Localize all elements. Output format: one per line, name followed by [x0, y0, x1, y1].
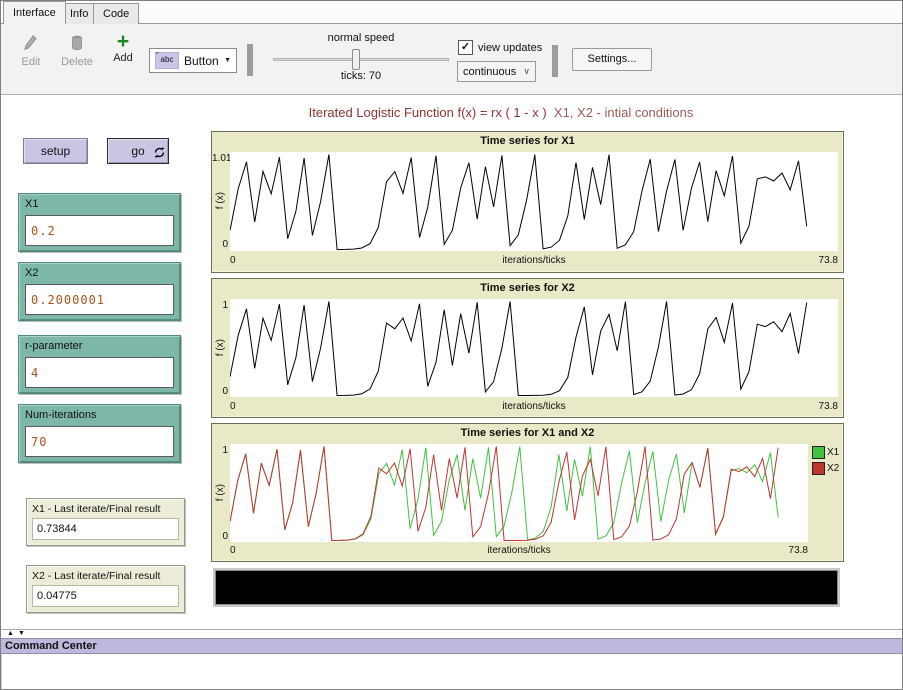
input-num-iterations-field[interactable] — [25, 426, 174, 457]
edit-button[interactable]: Edit — [9, 34, 53, 68]
input-num-iterations-label: Num-iterations — [25, 409, 97, 421]
update-mode-dropdown[interactable]: continuous ∨ — [457, 61, 536, 82]
add-button[interactable]: + Add — [103, 34, 143, 64]
delete-label: Delete — [61, 56, 93, 68]
legend-item-x1: X1 — [812, 446, 839, 459]
netlogo-window: Interface Info Code Edit Delete + Add ab… — [0, 0, 903, 690]
plot3-xmax-label: 73.8 — [230, 545, 808, 556]
plot3-yaxis-label: f (x) — [214, 444, 227, 542]
input-num-iterations: Num-iterations — [18, 404, 181, 463]
model-title-note: Iterated Logistic Function f(x) = rx ( 1… — [161, 105, 841, 120]
chevron-down-icon: ▼ — [224, 57, 231, 64]
plot-time-series-x1-x2: Time series for X1 and X2 1 f (x) 0 X1 X… — [211, 423, 844, 562]
setup-button[interactable]: setup — [23, 138, 88, 164]
splitter-arrows[interactable]: ▲▼ — [7, 630, 29, 637]
input-x1: X1 — [18, 193, 181, 252]
plot2-xmax-label: 73.8 — [230, 401, 838, 412]
view-updates-checkbox[interactable]: ✓ — [458, 40, 473, 55]
title-sub: X1, X2 - intial conditions — [547, 105, 694, 120]
edit-label: Edit — [22, 56, 41, 68]
plot1-ymin-label: 0 — [212, 239, 228, 250]
speed-slider-track[interactable] — [273, 58, 449, 61]
splitter-up-icon[interactable]: ▲ — [7, 630, 18, 637]
pencil-icon — [24, 34, 38, 54]
ticks-counter: ticks: 70 — [273, 70, 449, 82]
plot1-area — [230, 152, 838, 251]
monitor-x1-result: X1 - Last iterate/Final result 0.73844 — [26, 498, 185, 546]
abc-widget-icon: abc — [155, 52, 179, 69]
splitter-down-icon[interactable]: ▼ — [18, 630, 29, 637]
plot-time-series-x2: Time series for X2 1 f (x) 0 0 iteration… — [211, 278, 844, 418]
title-main: Iterated Logistic Function f(x) = rx ( 1… — [309, 105, 547, 120]
plot1-yaxis-label: f (x) — [214, 152, 227, 250]
input-x2-field[interactable] — [25, 284, 174, 315]
output-area — [213, 568, 840, 607]
tab-bar: Interface Info Code — [1, 1, 902, 24]
plot2-series — [230, 299, 838, 397]
monitor-x1-label: X1 - Last iterate/Final result — [32, 503, 160, 515]
input-x2: X2 — [18, 262, 181, 321]
plot1-series — [230, 152, 838, 251]
toolbar: Edit Delete + Add abc Button ▼ normal sp… — [1, 24, 902, 95]
legend-item-x2: X2 — [812, 462, 839, 475]
toolbar-separator — [552, 45, 558, 77]
trash-icon — [70, 34, 84, 54]
update-mode-value: continuous — [463, 66, 516, 78]
plot1-xmax-label: 73.8 — [230, 255, 838, 266]
plot2-ymin-label: 0 — [212, 386, 228, 397]
series-X2 — [230, 301, 807, 395]
forever-icon — [154, 147, 165, 161]
plus-icon: + — [117, 34, 129, 50]
plot3-legend: X1 X2 — [812, 446, 839, 478]
chevron-down-icon: ∨ — [523, 66, 530, 77]
legend-x1-label: X1 — [827, 447, 839, 458]
plot-time-series-x1: Time series for X1 1.01 f (x) 0 0 iterat… — [211, 131, 844, 273]
plot2-yaxis-label: f (x) — [214, 299, 227, 397]
plot3-area — [230, 444, 808, 542]
plot2-title: Time series for X2 — [212, 282, 843, 294]
command-center-divider — [1, 629, 902, 630]
input-x1-field[interactable] — [25, 215, 174, 246]
x1-pen-swatch — [812, 446, 825, 459]
plot2-area — [230, 299, 838, 397]
input-x1-label: X1 — [25, 198, 38, 210]
monitor-x2-result: X2 - Last iterate/Final result 0.04775 — [26, 565, 185, 613]
x2-pen-swatch — [812, 462, 825, 475]
legend-x2-label: X2 — [827, 463, 839, 474]
speed-slider-thumb[interactable] — [352, 49, 360, 70]
plot1-title: Time series for X1 — [212, 135, 843, 147]
input-r-parameter: r-parameter — [18, 335, 181, 394]
tab-code[interactable]: Code — [93, 3, 139, 24]
input-r-parameter-label: r-parameter — [25, 340, 82, 352]
input-r-parameter-field[interactable] — [25, 357, 174, 388]
command-center-body[interactable] — [1, 654, 902, 690]
plot3-title: Time series for X1 and X2 — [212, 427, 843, 439]
settings-button[interactable]: Settings... — [572, 48, 652, 71]
series-X1 — [230, 446, 778, 540]
monitor-x2-value: 0.04775 — [32, 585, 179, 607]
add-label: Add — [113, 52, 133, 64]
widget-type-value: Button — [184, 54, 219, 68]
monitor-x1-value: 0.73844 — [32, 518, 179, 540]
go-label: go — [131, 144, 144, 158]
monitor-x2-label: X2 - Last iterate/Final result — [32, 570, 160, 582]
widget-type-dropdown[interactable]: abc Button ▼ — [149, 48, 237, 73]
view-updates-label: view updates — [478, 42, 542, 54]
input-x2-label: X2 — [25, 267, 38, 279]
plot3-series — [230, 444, 808, 542]
go-button[interactable]: go — [107, 138, 169, 164]
toolbar-separator — [247, 44, 253, 76]
speed-slider-label: normal speed — [273, 32, 449, 44]
setup-label: setup — [41, 144, 70, 158]
series-X1 — [230, 155, 807, 250]
tab-interface[interactable]: Interface — [3, 1, 66, 24]
command-center-header: Command Center — [1, 638, 902, 654]
plot3-ymin-label: 0 — [212, 531, 228, 542]
delete-button[interactable]: Delete — [53, 34, 101, 68]
